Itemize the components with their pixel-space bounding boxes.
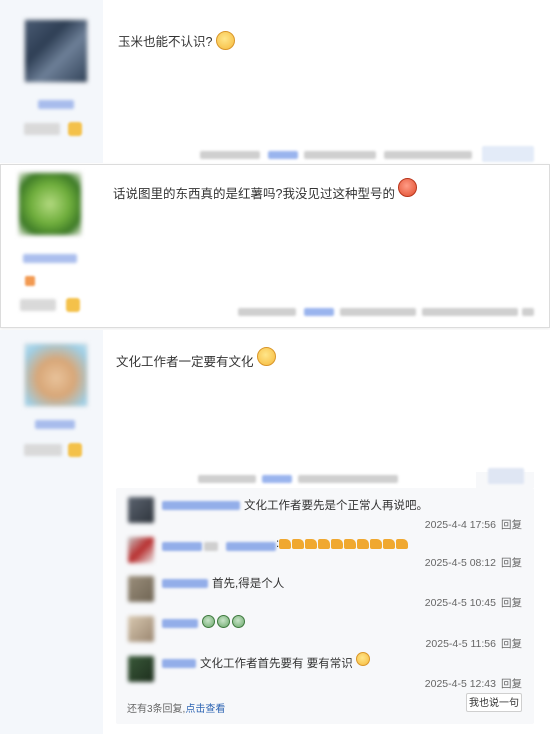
avatar[interactable] <box>128 616 154 642</box>
add-reply-button[interactable]: 我也说一句 <box>466 693 522 712</box>
sub-meta: 2025-4-5 08:12 回复 <box>425 555 522 570</box>
angry-face-icon <box>398 178 418 198</box>
laughing-face-icon <box>215 31 235 51</box>
author-panel <box>0 330 103 734</box>
timestamp: 2025-4-5 11:56 <box>425 638 496 650</box>
sub-text: 首先,得是个人 <box>212 578 285 590</box>
more-replies: 还有3条回复,点击查看 <box>127 704 226 715</box>
avatar[interactable] <box>24 343 88 407</box>
sub-username[interactable] <box>162 619 198 628</box>
avatar[interactable] <box>128 497 154 523</box>
sub-username[interactable] <box>226 542 276 551</box>
username[interactable] <box>35 420 75 429</box>
author-panel <box>0 0 103 163</box>
sub-text <box>202 615 247 630</box>
post-meta <box>238 308 538 316</box>
sub-username[interactable] <box>162 579 208 588</box>
reply-link[interactable]: 回复 <box>501 638 522 650</box>
thumbs-up-icon <box>305 538 318 549</box>
sub-text: 文化工作者要先是个正常人再说吧。 <box>244 500 428 512</box>
thumbs-up-icon <box>279 538 292 549</box>
sub-text: : <box>276 538 409 550</box>
avatar[interactable] <box>128 656 154 682</box>
sub-username[interactable] <box>162 659 196 668</box>
username[interactable] <box>38 100 74 109</box>
avatar[interactable] <box>128 576 154 602</box>
post-meta <box>198 475 398 483</box>
thumbs-up-icon <box>396 538 409 549</box>
reply-link[interactable]: 回复 <box>501 678 522 690</box>
laughing-face-icon <box>257 347 276 367</box>
thumbs-up-icon <box>292 538 305 549</box>
avatar[interactable] <box>24 19 88 83</box>
badge-icon <box>68 443 82 457</box>
post-content: 玉米也能不认识? <box>118 31 235 52</box>
sub-username[interactable] <box>162 542 202 551</box>
sub-reply: 首先,得是个人 2025-4-5 10:45 回复 <box>116 575 534 615</box>
post-3: 文化工作者一定要有文化 文化工作者要先是个正常人再说吧。 2025-4-4 17… <box>0 330 550 734</box>
post-1: 玉米也能不认识? <box>0 0 550 163</box>
sub-replies-panel: 文化工作者要先是个正常人再说吧。 2025-4-4 17:56 回复 : 2025… <box>116 488 534 724</box>
crying-face-icon <box>217 615 230 628</box>
badge-icon <box>66 298 80 312</box>
avatar[interactable] <box>18 172 82 236</box>
thumbs-up-icon <box>357 538 370 549</box>
sub-username[interactable] <box>162 501 240 510</box>
post-content: 话说图里的东西真的是红薯吗?我没见过这种型号的 <box>113 178 418 204</box>
crying-face-icon <box>202 615 215 628</box>
avatar[interactable] <box>128 537 154 563</box>
author-panel <box>1 165 101 327</box>
post-text: 话说图里的东西真的是红薯吗?我没见过这种型号的 <box>113 187 395 201</box>
laughing-face-icon <box>355 651 370 666</box>
sub-reply: 文化工作者要先是个正常人再说吧。 2025-4-4 17:56 回复 <box>116 496 534 536</box>
post-text: 玉米也能不认识? <box>118 35 213 49</box>
level-badge <box>20 299 56 311</box>
level-badge <box>24 123 60 135</box>
post-meta <box>200 151 480 159</box>
sub-username[interactable] <box>204 542 218 551</box>
reply-link[interactable]: 回复 <box>501 557 522 569</box>
reply-link[interactable]: 回复 <box>501 597 522 609</box>
reply-button[interactable] <box>488 468 524 484</box>
post-text: 文化工作者一定要有文化 <box>116 355 254 369</box>
sub-meta: 2025-4-4 17:56 回复 <box>425 517 522 532</box>
thumbs-up-icon <box>318 538 331 549</box>
username[interactable] <box>23 254 77 263</box>
badge-icon <box>68 122 82 136</box>
badge-icon <box>25 276 35 286</box>
post-content: 文化工作者一定要有文化 <box>116 347 276 372</box>
thumbs-up-icon <box>344 538 357 549</box>
crying-face-icon <box>232 615 245 628</box>
sub-reply: : 2025-4-5 08:12 回复 <box>116 536 534 576</box>
thumbs-up-icon <box>383 538 396 549</box>
sub-meta: 2025-4-5 12:43 回复 <box>425 676 522 691</box>
thumbs-up-icon <box>331 538 344 549</box>
reply-link[interactable]: 回复 <box>501 519 522 531</box>
sub-reply: 2025-4-5 11:56 回复 <box>116 615 534 655</box>
post-2: 话说图里的东西真的是红薯吗?我没见过这种型号的 <box>0 164 550 328</box>
thumbs-up-icon <box>370 538 383 549</box>
thumbs-up-icon <box>279 538 409 550</box>
sub-meta: 2025-4-5 11:56 回复 <box>426 636 522 651</box>
sub-reply: 文化工作者首先要有 要有常识 2025-4-5 12:43 回复 <box>116 651 534 695</box>
view-more-link[interactable]: 点击查看 <box>185 704 225 715</box>
sub-meta: 2025-4-5 10:45 回复 <box>425 595 522 610</box>
timestamp: 2025-4-4 17:56 <box>424 519 496 531</box>
crying-face-icon <box>202 615 247 630</box>
sub-text: 文化工作者首先要有 要有常识 <box>200 651 370 671</box>
timestamp: 2025-4-5 10:45 <box>424 597 496 609</box>
reply-button[interactable] <box>482 146 534 162</box>
level-badge <box>24 444 62 456</box>
timestamp: 2025-4-5 12:43 <box>424 678 496 690</box>
timestamp: 2025-4-5 08:12 <box>424 557 496 569</box>
